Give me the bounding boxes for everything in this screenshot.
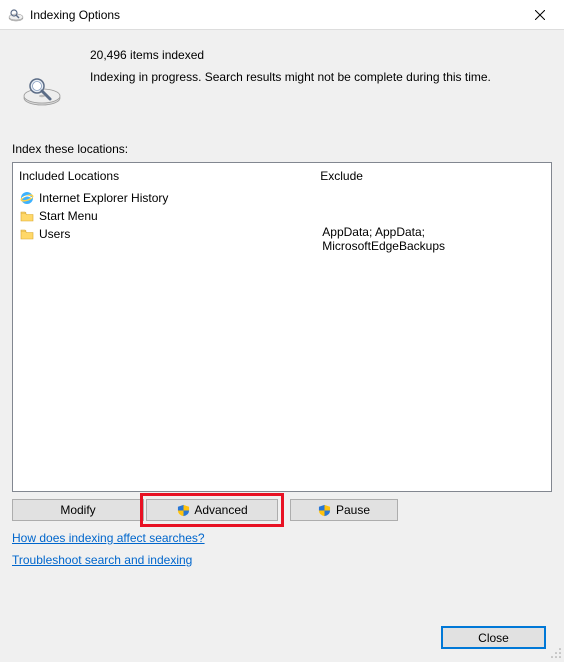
list-item-label: Start Menu [39,209,98,223]
list-item-label: Internet Explorer History [39,191,168,205]
indexing-dialog-icon [8,7,24,23]
folder-icon [19,226,35,242]
status-area: 20,496 items indexed Indexing in progres… [12,30,552,118]
exclude-value: AppData; AppData; MicrosoftEdgeBackups [320,225,545,243]
ie-icon [19,190,35,206]
help-links: How does indexing affect searches? Troub… [12,525,552,581]
troubleshoot-link[interactable]: Troubleshoot search and indexing [12,553,192,567]
list-item-label: Users [39,227,70,241]
how-indexing-link[interactable]: How does indexing affect searches? [12,531,205,545]
indexing-progress-message: Indexing in progress. Search results mig… [90,70,546,84]
bottom-row: Close [441,626,546,649]
titlebar: Indexing Options [0,0,564,30]
exclude-value [320,189,545,207]
uac-shield-icon [318,503,332,517]
index-locations-label: Index these locations: [12,142,552,156]
close-icon [535,10,545,20]
included-header: Included Locations [19,167,308,189]
list-item[interactable]: Internet Explorer History [19,189,308,207]
advanced-button[interactable]: Advanced [146,499,278,521]
button-row: Modify Advanced [12,492,552,525]
items-indexed-label: 20,496 items indexed [90,48,546,62]
folder-icon [19,208,35,224]
status-text: 20,496 items indexed Indexing in progres… [90,48,546,84]
list-item[interactable]: Start Menu [19,207,308,225]
button-label: Close [478,631,509,645]
included-column: Included Locations Internet Explorer His… [13,163,314,491]
close-window-button[interactable] [520,1,560,29]
button-label: Modify [60,503,95,517]
modify-button[interactable]: Modify [12,499,144,521]
locations-list[interactable]: Included Locations Internet Explorer His… [12,162,552,492]
close-button[interactable]: Close [441,626,546,649]
pause-button[interactable]: Pause [290,499,398,521]
button-label: Pause [336,503,370,517]
uac-shield-icon [176,503,190,517]
resize-grip[interactable] [548,645,562,659]
indexing-status-icon [18,74,66,106]
button-label: Advanced [194,503,247,517]
list-item[interactable]: Users [19,225,308,243]
dialog-content: 20,496 items indexed Indexing in progres… [0,30,564,581]
exclude-header: Exclude [320,167,545,189]
exclude-value [320,207,545,225]
window-title: Indexing Options [30,8,520,22]
exclude-column: Exclude AppData; AppData; MicrosoftEdgeB… [314,163,551,491]
